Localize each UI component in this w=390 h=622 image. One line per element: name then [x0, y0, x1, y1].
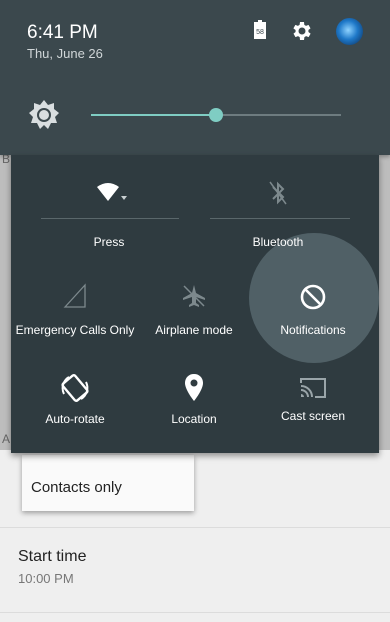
tile-location[interactable]: Location	[134, 373, 254, 427]
cell-signal-icon	[63, 283, 86, 308]
wifi-icon	[97, 183, 127, 201]
tile-bluetooth[interactable]: Bluetooth	[210, 179, 350, 250]
airplane-icon	[183, 285, 205, 307]
tile-auto-rotate-label: Auto-rotate	[45, 412, 105, 426]
brightness-slider-fill	[91, 114, 216, 116]
brightness-icon	[29, 100, 59, 129]
battery-level: 58	[256, 29, 264, 36]
tile-airplane-label: Airplane mode	[155, 323, 233, 337]
tile-cast[interactable]: Cast screen	[253, 376, 373, 424]
notification-shade-header: 6:41 PM Thu, June 26 58	[0, 0, 390, 155]
clock-time[interactable]: 6:41 PM	[27, 22, 98, 44]
tile-airplane[interactable]: Airplane mode	[134, 283, 254, 338]
tile-bluetooth-label: Bluetooth	[252, 235, 304, 249]
divider	[0, 527, 390, 528]
tile-auto-rotate[interactable]: Auto-rotate	[15, 372, 135, 427]
cast-icon	[300, 378, 326, 398]
quick-settings-panel: Press Bluetooth Emergency Calls Only Air…	[11, 155, 379, 453]
user-avatar[interactable]	[336, 18, 363, 45]
rotate-icon	[61, 374, 89, 402]
bluetooth-icon	[269, 181, 287, 205]
tile-notifications-label: Notifications	[280, 323, 346, 337]
start-time-value: 10:00 PM	[18, 571, 74, 586]
tile-wifi[interactable]: Press	[41, 181, 179, 250]
tile-location-label: Location	[171, 412, 217, 426]
gear-icon[interactable]	[290, 19, 314, 43]
tile-cell-signal[interactable]: Emergency Calls Only	[15, 283, 135, 338]
location-pin-icon	[185, 374, 203, 401]
option-popup[interactable]: Contacts only	[22, 455, 194, 511]
divider	[0, 612, 390, 613]
do-not-disturb-icon	[300, 284, 326, 310]
tile-emergency-label: Emergency Calls Only	[15, 323, 135, 337]
clock-date[interactable]: Thu, June 26	[27, 46, 103, 61]
tile-divider	[41, 218, 179, 219]
tile-divider	[210, 218, 350, 219]
tile-notifications[interactable]: Notifications	[253, 283, 373, 338]
tile-cast-label: Cast screen	[280, 409, 346, 423]
brightness-slider-thumb[interactable]	[209, 108, 223, 122]
tile-wifi-label: Press	[93, 235, 125, 249]
start-time-title[interactable]: Start time	[18, 548, 86, 566]
background-section-letter: A	[2, 432, 11, 446]
popup-option-contacts-only[interactable]: Contacts only	[31, 479, 122, 496]
battery-icon[interactable]: 58	[254, 20, 266, 39]
brightness-slider[interactable]	[91, 108, 341, 122]
